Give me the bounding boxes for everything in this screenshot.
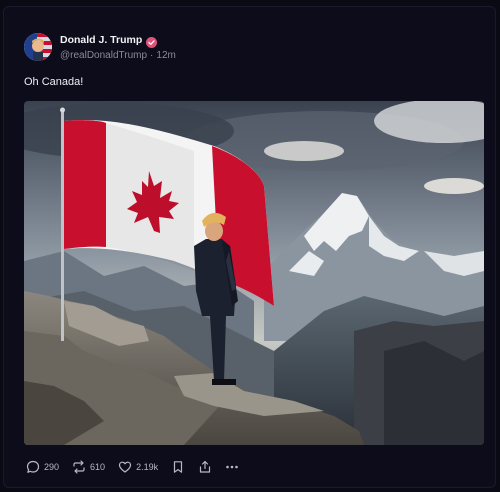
- bookmark-icon: [171, 460, 185, 474]
- heart-icon: [118, 460, 132, 474]
- author-info: Donald J. Trump @realDonaldTrump · 12m: [60, 33, 176, 61]
- repost-button[interactable]: 610: [72, 460, 105, 474]
- post-image[interactable]: [24, 101, 484, 445]
- avatar[interactable]: [24, 33, 52, 61]
- like-count: 2.19k: [136, 462, 159, 472]
- post-text: Oh Canada!: [24, 76, 84, 88]
- repost-count: 610: [90, 462, 106, 472]
- share-button[interactable]: [198, 460, 212, 474]
- more-button[interactable]: [225, 460, 239, 474]
- post-header: Donald J. Trump @realDonaldTrump · 12m: [24, 33, 176, 61]
- bookmark-button[interactable]: [171, 460, 185, 474]
- reply-button[interactable]: 290: [26, 460, 59, 474]
- repost-icon: [72, 460, 86, 474]
- like-button[interactable]: 2.19k: [118, 460, 158, 474]
- more-icon: [225, 460, 239, 474]
- timestamp[interactable]: 12m: [156, 50, 175, 61]
- reply-count: 290: [44, 462, 60, 472]
- share-icon: [198, 460, 212, 474]
- post-card: Donald J. Trump @realDonaldTrump · 12m O…: [3, 6, 496, 488]
- action-bar: 290 610 2.19k: [26, 459, 252, 475]
- reply-icon: [26, 460, 40, 474]
- separator: ·: [150, 50, 154, 61]
- display-name[interactable]: Donald J. Trump: [60, 34, 142, 46]
- verified-badge-icon: [146, 35, 158, 48]
- handle[interactable]: @realDonaldTrump: [60, 50, 147, 61]
